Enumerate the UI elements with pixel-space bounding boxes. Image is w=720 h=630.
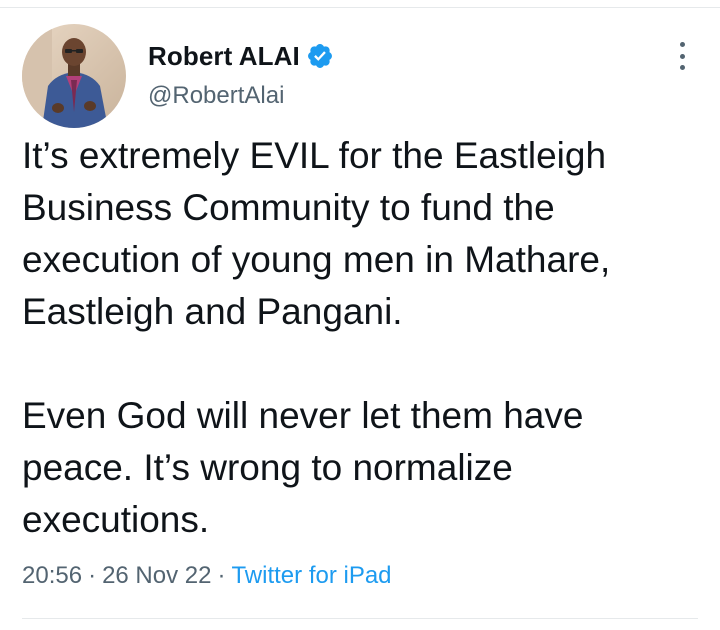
more-vertical-icon[interactable] (668, 40, 696, 72)
author-name[interactable]: Robert ALAI (148, 41, 300, 72)
avatar-image (22, 24, 126, 128)
tweet-paragraph: Even God will never let them have peace.… (22, 395, 584, 540)
more-dot (679, 53, 685, 59)
author-name-row: Robert ALAI (148, 38, 334, 74)
tweet-text: It’s extremely EVIL for the Eastleigh Bu… (22, 130, 698, 546)
verified-badge-icon (306, 42, 334, 70)
tweet-time[interactable]: 20:56 (22, 562, 82, 589)
more-dot (679, 42, 685, 47)
top-divider (0, 0, 720, 8)
tweet-meta: 20:56 · 26 Nov 22 · Twitter for iPad (22, 562, 392, 590)
more-dot (679, 65, 685, 70)
tweet-source-link[interactable]: Twitter for iPad (231, 562, 391, 589)
tweet-paragraph: It’s extremely EVIL for the Eastleigh Bu… (22, 135, 611, 332)
meta-separator: · (217, 562, 226, 589)
meta-separator: · (88, 562, 97, 589)
author-handle[interactable]: @RobertAlai (148, 82, 284, 110)
bottom-divider (22, 618, 698, 619)
avatar[interactable] (22, 24, 126, 128)
tweet-date[interactable]: 26 Nov 22 (102, 562, 211, 589)
